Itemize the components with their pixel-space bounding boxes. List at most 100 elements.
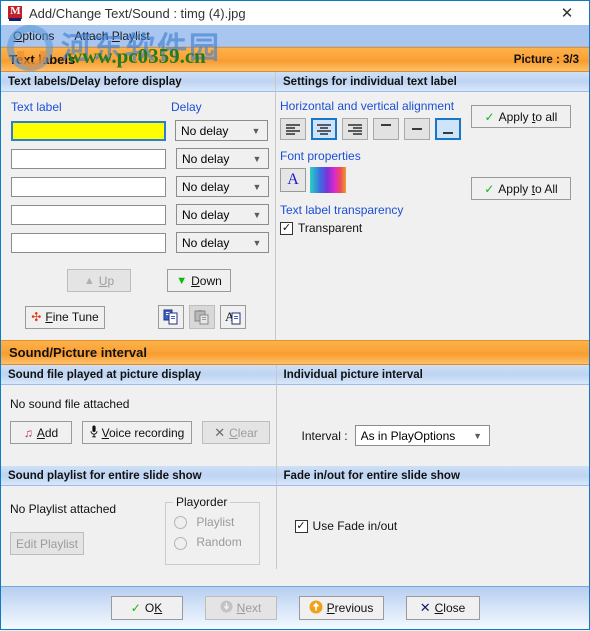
copy-icon-svg [163,309,178,325]
copy-font-icon[interactable]: A [220,305,246,329]
delay-combo-3[interactable]: No delay ▼ [176,176,269,197]
fine-tune-button[interactable]: ✣ Fine Tune [25,305,105,329]
apply-font-to-all-button[interactable]: ✓ Apply to All [470,177,571,200]
interval-panel: Individual picture interval Interval : A… [276,365,589,466]
chevron-down-icon: ▼ [473,430,483,441]
paste-icon[interactable] [189,305,215,329]
text-label-input-3[interactable] [11,176,166,197]
sound-file-panel: Sound file played at picture display No … [1,365,276,466]
down-arrow-circle-icon [220,600,233,616]
text-labels-title: Text labels [9,52,76,67]
close-icon[interactable]: ✕ [545,1,589,25]
previous-button[interactable]: Previous [298,596,384,620]
down-triangle-icon: ▼ [176,274,188,287]
no-playlist-text: No Playlist attached [10,502,117,516]
playlist-fade-row: Sound playlist for entire slide show No … [1,466,589,569]
delay-combo-1-value: No delay [181,123,229,138]
chevron-down-icon: ▼ [252,237,262,248]
cross-icon: ✕ [419,600,431,615]
fade-panel: Fade in/out for entire slide show ✓ Use … [276,466,589,569]
delay-combo-4[interactable]: No delay ▼ [176,204,269,225]
text-label-input-1[interactable] [11,120,166,141]
no-sound-text: No sound file attached [10,397,130,411]
add-sound-button[interactable]: ♫ Add [10,421,72,444]
menu-bar: Options Attach Playlist [1,25,589,47]
delay-combo-5-value: No delay [182,235,230,250]
move-down-button[interactable]: ▼ Down [167,269,231,292]
align-left-icon[interactable] [280,118,306,140]
copy-font-icon-svg: A [225,309,241,325]
text-labels-body: Text labels/Delay before display Text la… [1,72,589,340]
delay-combo-5[interactable]: No delay ▼ [176,232,269,253]
left-panel-header: Text labels/Delay before display [1,72,275,92]
chevron-down-icon: ▼ [252,153,262,164]
col-header-delay: Delay [171,100,202,114]
playlist-header: Sound playlist for entire slide show [1,466,276,486]
window-title: Add/Change Text/Sound : timg (4).jpg [29,5,246,21]
playorder-option-random[interactable]: Random [174,535,259,550]
close-button[interactable]: ✕ Close [405,596,480,620]
clear-sound-button[interactable]: ✕ Clear [202,421,270,444]
fade-checkbox-row[interactable]: ✓ Use Fade in/out [277,486,589,533]
chevron-down-icon: ▼ [252,209,262,220]
align-center-icon[interactable] [311,118,337,140]
text-label-input-5[interactable] [11,232,166,253]
text-labels-left-panel: Text labels/Delay before display Text la… [1,72,275,340]
font-button[interactable]: A [280,168,306,192]
next-button[interactable]: Next [204,596,277,620]
check-icon: ✓ [484,109,495,124]
playorder-group: Playorder Playlist Random [165,495,260,565]
sound-interval-row: Sound file played at picture display No … [1,365,589,466]
playorder-playlist-label: Playlist [196,515,235,529]
move-cross-icon: ✣ [31,310,42,324]
delay-combo-2-value: No delay [182,151,230,166]
copy-icon[interactable] [158,305,184,329]
voice-recording-button[interactable]: Voice recording [82,421,192,444]
playorder-option-playlist[interactable]: Playlist [174,515,259,530]
sound-picture-band: Sound/Picture interval [1,340,589,365]
menu-item-attach-playlist[interactable]: Attach Playlist [68,27,159,45]
delay-combo-1[interactable]: No delay ▼ [175,120,268,141]
check-icon: ✓ [130,601,141,615]
move-up-button[interactable]: ▲ Up [67,269,131,292]
playorder-random-label: Random [196,535,242,550]
move-up-label: p [107,273,115,288]
edit-playlist-button[interactable]: Edit Playlist [10,532,84,555]
apply-alignment-to-all-button[interactable]: ✓ Apply to all [470,105,571,128]
interval-combo[interactable]: As in PlayOptions ▼ [354,425,490,446]
align-top-icon[interactable] [373,118,399,140]
use-fade-checkbox[interactable]: ✓ [294,519,308,533]
text-label-input-4[interactable] [11,204,166,225]
sound-file-header: Sound file played at picture display [1,365,276,385]
footer-bar: ✓ OK Next Previous ✕ Close [1,586,589,629]
sound-picture-title: Sound/Picture interval [9,345,147,360]
edit-playlist-label: Edit Playlist [15,536,79,551]
paste-icon-svg [194,310,209,325]
interval-header: Individual picture interval [276,365,589,385]
ok-button[interactable]: ✓ OK [110,596,183,620]
align-bottom-icon[interactable] [435,118,461,140]
radio-icon[interactable] [174,536,187,550]
radio-icon[interactable] [174,516,187,530]
chevron-down-icon: ▼ [251,125,261,136]
cross-icon: ✕ [214,424,226,440]
align-middle-icon[interactable] [404,118,430,140]
alignment-label: Horizontal and vertical alignment [280,99,455,113]
font-properties-label: Font properties [280,149,361,163]
delay-combo-4-value: No delay [182,207,230,222]
text-label-input-2[interactable] [11,148,166,169]
right-panel-header: Settings for individual text label [276,72,589,92]
playlist-panel: Sound playlist for entire slide show No … [1,466,276,569]
up-triangle-icon: ▲ [83,274,95,287]
check-icon: ✓ [484,181,495,196]
color-picker-swatch[interactable] [310,167,346,193]
align-right-icon[interactable] [342,118,368,140]
text-labels-band: Text labels Picture : 3/3 [1,47,589,72]
transparent-checkbox[interactable]: ✓ [280,221,293,235]
delay-combo-3-value: No delay [182,179,230,194]
text-label-row: No delay ▼ [11,204,275,225]
menu-item-options[interactable]: Options [7,27,64,45]
delay-combo-2[interactable]: No delay ▼ [176,148,269,169]
use-fade-label: Use Fade in/out [312,519,398,533]
transparent-checkbox-row[interactable]: ✓ Transparent [280,221,467,235]
